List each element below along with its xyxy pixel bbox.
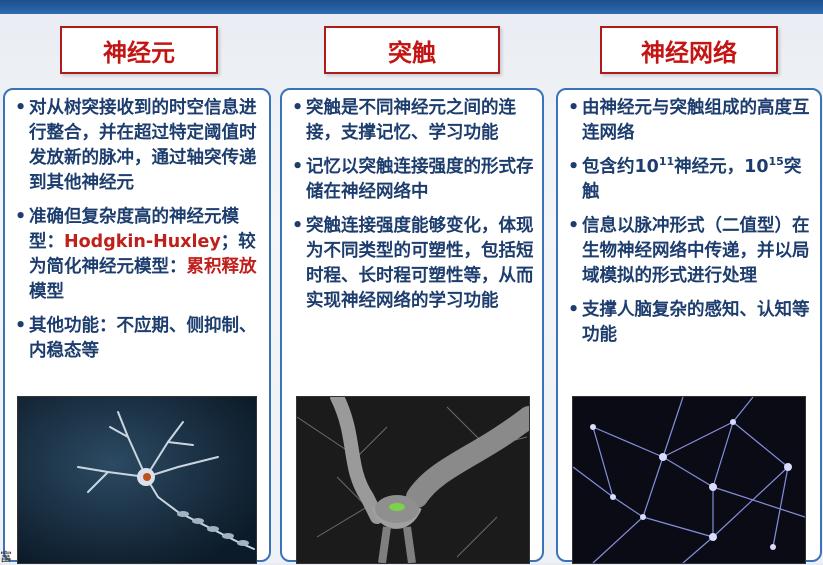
accumulate-release-highlight: 累积释放 (186, 257, 257, 277)
neuron-bullets: 对从树突接收到的时空信息进行整合，并在超过特定阈值时发放新的脉冲，通过轴突传递到… (15, 96, 263, 373)
network-bullets: 由神经元与突触组成的高度互连网络 包含约1011神经元，1015突触 信息以脉冲… (568, 96, 814, 357)
list-item: 支撑人脑复杂的感知、认知等功能 (568, 298, 814, 348)
corner-text: 富 (0, 550, 13, 564)
list-item: 包含约1011神经元，1015突触 (568, 155, 814, 205)
synapse-image (296, 396, 530, 564)
synapse-bullets: 突触是不同神经元之间的连接，支撑记忆、学习功能 记忆以突触连接强度的形式存储在神… (292, 96, 536, 323)
title-synapse: 突触 (324, 26, 500, 74)
neuron-image (17, 396, 257, 564)
neural-network-image (572, 396, 806, 564)
title-neuron: 神经元 (60, 26, 218, 74)
list-item: 突触连接强度能够变化，体现为不同类型的可塑性，包括短时程、长时程可塑性等，从而实… (292, 214, 536, 314)
list-item: 其他功能：不应期、侧抑制、内稳态等 (15, 314, 263, 364)
title-neural-network: 神经网络 (600, 26, 778, 74)
hh-model-highlight: Hodgkin-Huxley (64, 232, 221, 252)
top-banner (0, 0, 823, 14)
list-item: 信息以脉冲形式（二值型）在生物神经网络中传递，并以局域模拟的形式进行处理 (568, 214, 814, 289)
list-item: 准确但复杂度高的神经元模型：Hodgkin-Huxley；较为简化神经元模型：累… (15, 205, 263, 305)
list-item: 对从树突接收到的时空信息进行整合，并在超过特定阈值时发放新的脉冲，通过轴突传递到… (15, 96, 263, 196)
list-item: 由神经元与突触组成的高度互连网络 (568, 96, 814, 146)
list-item: 突触是不同神经元之间的连接，支撑记忆、学习功能 (292, 96, 536, 146)
list-item: 记忆以突触连接强度的形式存储在神经网络中 (292, 155, 536, 205)
